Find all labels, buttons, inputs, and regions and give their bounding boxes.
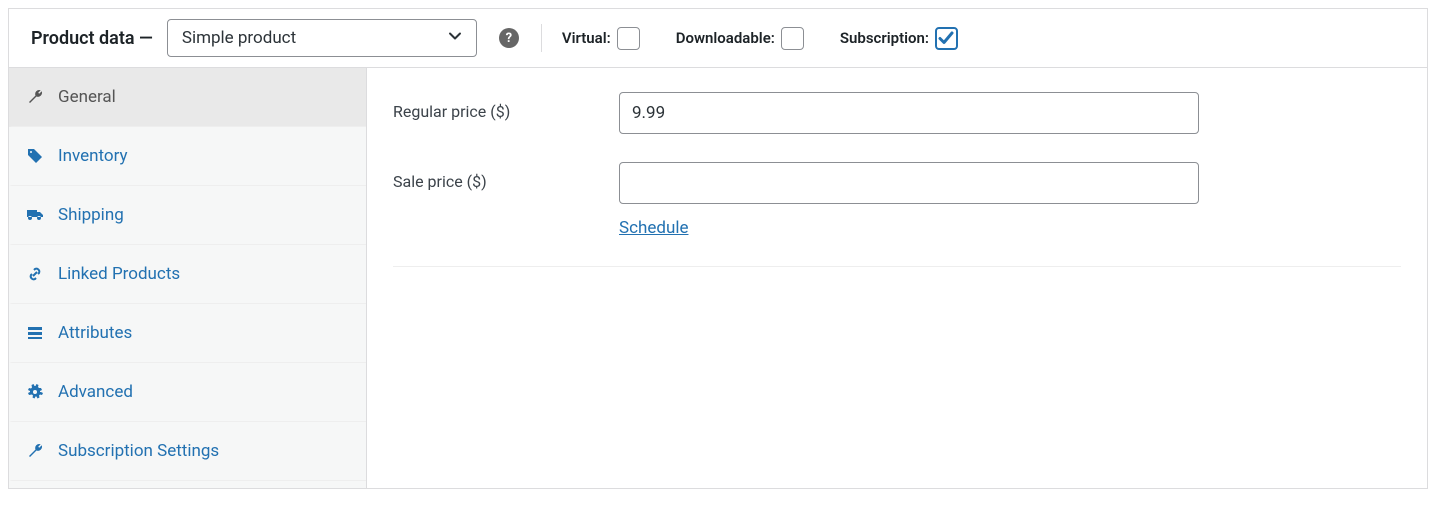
tab-label: Advanced	[58, 382, 133, 402]
panel-header: Product data — Simple product ? Virtual:…	[9, 9, 1427, 68]
product-type-select[interactable]: Simple product	[167, 19, 477, 57]
downloadable-checkbox[interactable]	[781, 27, 804, 50]
tab-label: Inventory	[58, 146, 128, 166]
regular-price-input[interactable]	[619, 92, 1199, 134]
sale-price-row: Sale price ($) Schedule	[393, 162, 1401, 238]
gear-icon	[26, 384, 44, 400]
tab-label: Subscription Settings	[58, 441, 219, 461]
downloadable-label-text: Downloadable:	[676, 29, 775, 47]
tab-linked[interactable]: Linked Products	[9, 245, 366, 304]
regular-price-field-wrap	[619, 92, 1199, 134]
virtual-checkbox[interactable]	[617, 27, 640, 50]
panel-title-text: Product data —	[31, 28, 153, 49]
truck-icon	[26, 207, 44, 223]
tab-general[interactable]: General	[9, 68, 366, 127]
tag-icon	[26, 148, 44, 164]
product-data-panel: Product data — Simple product ? Virtual:…	[8, 8, 1428, 489]
tab-content-general: Regular price ($) Sale price ($) Schedul…	[367, 68, 1427, 488]
product-type-select-wrap: Simple product	[167, 19, 477, 57]
link-icon	[26, 266, 44, 282]
subscription-checkbox-label: Subscription:	[840, 27, 958, 50]
schedule-link[interactable]: Schedule	[619, 218, 688, 238]
tab-subscription_settings[interactable]: Subscription Settings	[9, 422, 366, 481]
help-icon[interactable]: ?	[499, 28, 519, 48]
tab-shipping[interactable]: Shipping	[9, 186, 366, 245]
tabs-sidebar: General Inventory Shipping Linked Products A…	[9, 68, 367, 488]
wrench-icon	[26, 443, 44, 459]
sale-price-label: Sale price ($)	[393, 162, 619, 191]
regular-price-row: Regular price ($)	[393, 92, 1401, 134]
tab-label: Shipping	[58, 205, 124, 225]
list-icon	[26, 325, 44, 341]
subscription-label-text: Subscription:	[840, 29, 929, 47]
panel-title: Product data — Simple product	[31, 19, 477, 57]
tab-label: General	[58, 87, 116, 107]
panel-body: General Inventory Shipping Linked Products A…	[9, 68, 1427, 488]
virtual-label-text: Virtual:	[562, 29, 611, 47]
tab-attributes[interactable]: Attributes	[9, 304, 366, 363]
content-separator	[393, 266, 1401, 267]
header-divider	[541, 24, 542, 52]
tab-label: Linked Products	[58, 264, 180, 284]
tab-label: Attributes	[58, 323, 132, 343]
subscription-checkbox[interactable]	[935, 27, 958, 50]
tab-inventory[interactable]: Inventory	[9, 127, 366, 186]
wrench-icon	[26, 89, 44, 105]
regular-price-label: Regular price ($)	[393, 92, 619, 121]
virtual-checkbox-label: Virtual:	[562, 27, 640, 50]
sale-price-input[interactable]	[619, 162, 1199, 204]
sale-price-field-wrap: Schedule	[619, 162, 1199, 238]
tab-advanced[interactable]: Advanced	[9, 363, 366, 422]
downloadable-checkbox-label: Downloadable:	[676, 27, 804, 50]
